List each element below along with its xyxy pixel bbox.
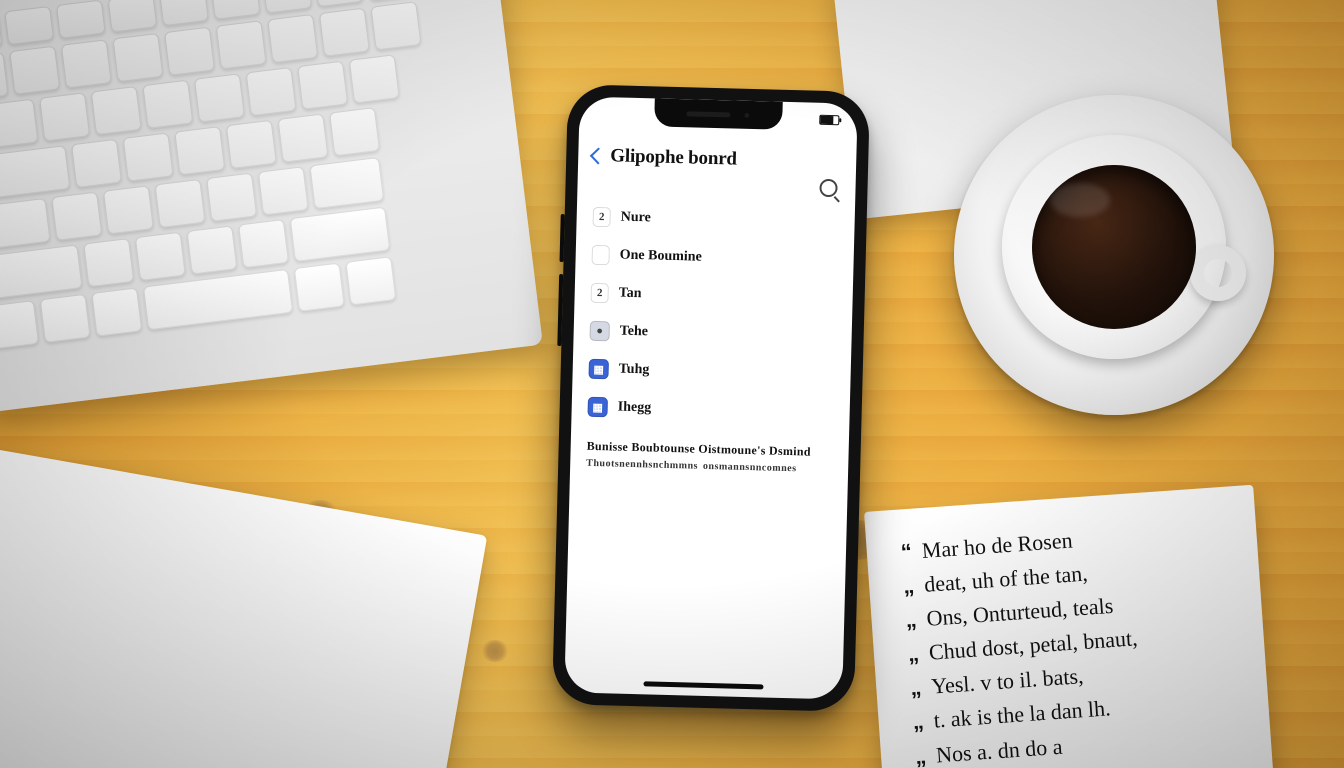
- app-title: Glipophe bonrd: [610, 145, 737, 170]
- list-item-badge: 2: [590, 283, 609, 303]
- list-item-label: Ihegg: [618, 400, 652, 417]
- list-item-badge: [591, 245, 610, 265]
- search-icon[interactable]: [819, 179, 837, 197]
- handwritten-note: “Mar ho de Rosen„deat, uh of the tan,„On…: [864, 485, 1274, 768]
- coffee-cup: [954, 95, 1274, 415]
- back-icon[interactable]: [590, 147, 607, 164]
- list-item[interactable]: ▦ Tuhg: [586, 351, 837, 394]
- list-item-label: Tehe: [619, 324, 648, 341]
- list-item-label: Nure: [620, 210, 650, 227]
- menu-list: 2 Nure One Boumine 2 Tan ● Tehe ▦ Tuhg ▦ Ihegg: [571, 196, 855, 431]
- list-item-badge: 2: [592, 207, 611, 227]
- keyboard: [0, 0, 543, 413]
- list-item-label: One Boumine: [619, 248, 701, 266]
- home-indicator[interactable]: [643, 681, 763, 689]
- list-item[interactable]: ▦ Ihegg: [585, 389, 836, 432]
- phone-notch: [654, 98, 783, 129]
- list-item[interactable]: 2 Nure: [590, 199, 841, 242]
- wood-knot: [480, 640, 510, 662]
- app: Glipophe bonrd 2 Nure One Boumine 2 Tan ● Tehe…: [564, 96, 858, 699]
- list-item-badge: ▦: [588, 359, 609, 380]
- list-item[interactable]: 2 Tan: [588, 275, 839, 318]
- list-item-label: Tuhg: [619, 362, 650, 379]
- list-item-badge: ▦: [587, 397, 608, 418]
- list-item[interactable]: One Boumine: [589, 237, 840, 280]
- phone-screen: Glipophe bonrd 2 Nure One Boumine 2 Tan ● Tehe…: [564, 96, 858, 699]
- list-item-label: Tan: [618, 286, 641, 303]
- list-item[interactable]: ● Tehe: [587, 313, 838, 356]
- phone: Glipophe bonrd 2 Nure One Boumine 2 Tan ● Tehe…: [552, 84, 870, 712]
- list-item-badge: ●: [589, 321, 610, 342]
